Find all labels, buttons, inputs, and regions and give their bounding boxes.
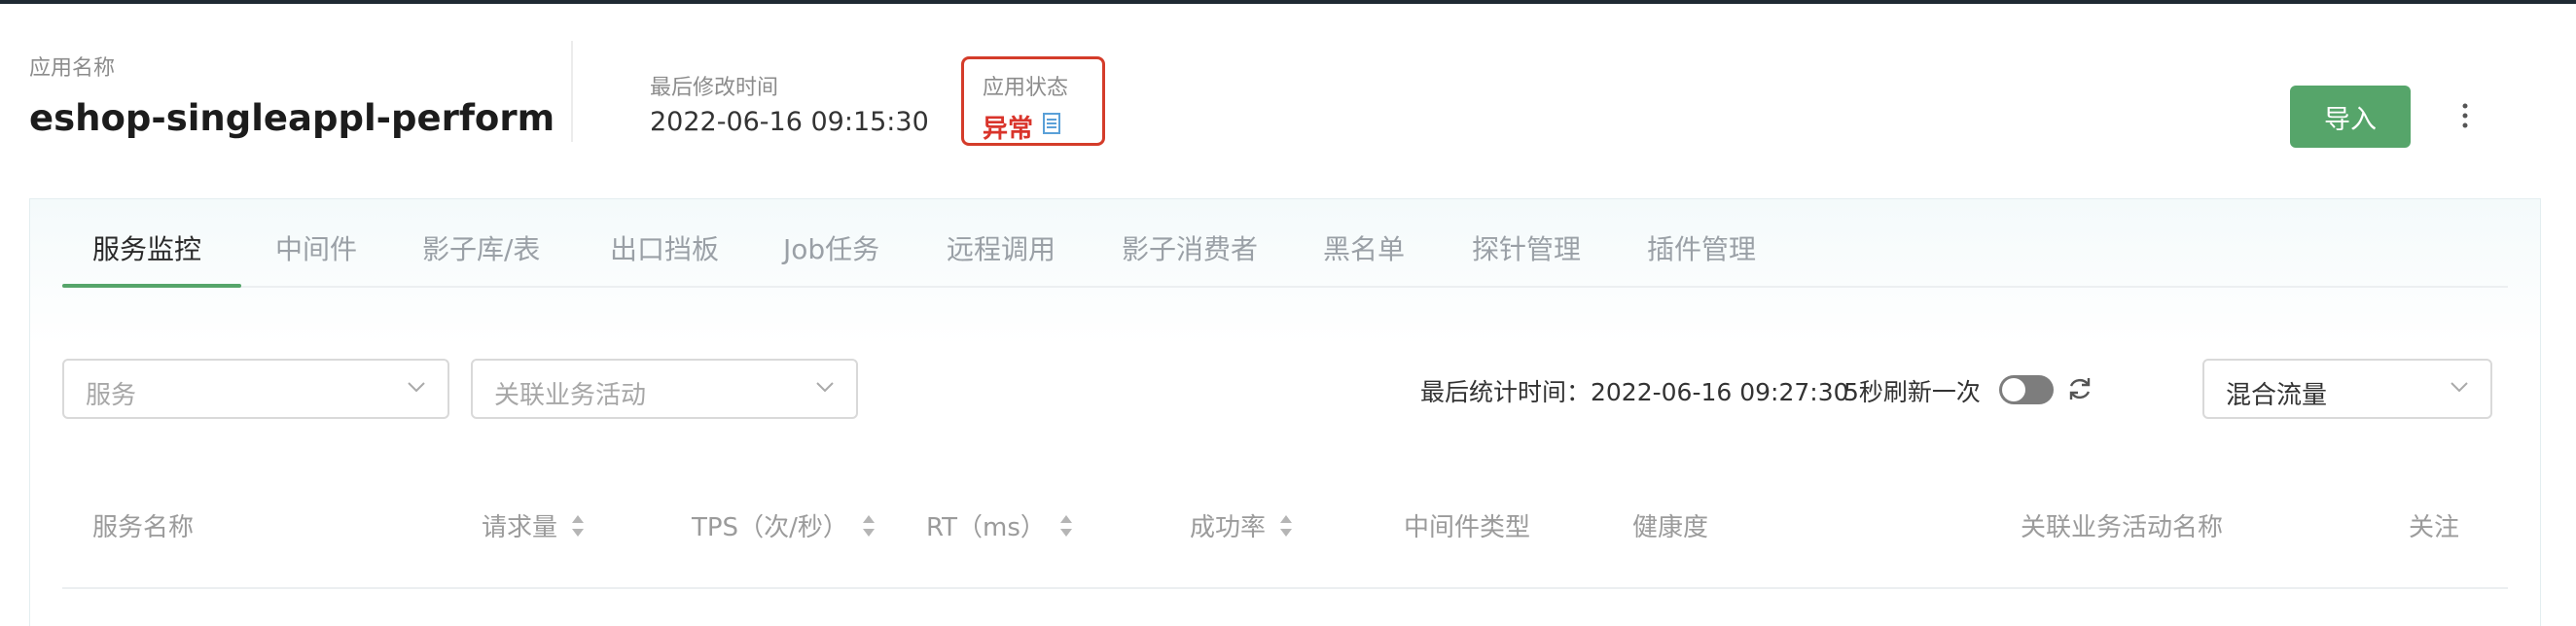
tab-job-tasks[interactable]: Job任务 <box>783 228 879 267</box>
tab-service-monitor[interactable]: 服务监控 <box>92 228 201 267</box>
column-tps[interactable]: TPS（次/秒） <box>692 507 876 543</box>
app-name: eshop-singleappl-perform <box>29 97 555 139</box>
tab-probe-management[interactable]: 探针管理 <box>1472 228 1581 267</box>
column-label: TPS（次/秒） <box>692 513 848 542</box>
business-activity-placeholder: 关联业务活动 <box>494 381 647 410</box>
app-name-label: 应用名称 <box>29 56 116 81</box>
tabs-divider <box>62 286 2508 288</box>
tab-plugin-management[interactable]: 插件管理 <box>1647 228 1756 267</box>
last-modified-value: 2022-06-16 09:15:30 <box>650 107 929 137</box>
document-icon[interactable] <box>1043 113 1060 134</box>
tab-shadow-db[interactable]: 影子库/表 <box>422 228 540 267</box>
tab-exit-baffle[interactable]: 出口挡板 <box>610 228 719 267</box>
column-health: 健康度 <box>1632 507 1708 543</box>
last-stat-time: 最后统计时间：2022-06-16 09:27:30 <box>1420 378 1849 406</box>
import-button[interactable]: 导入 <box>2290 86 2411 148</box>
service-select[interactable]: 服务 <box>62 359 449 419</box>
chevron-down-icon <box>408 382 425 393</box>
column-middleware-type: 中间件类型 <box>1404 507 1530 543</box>
tab-remote-call[interactable]: 远程调用 <box>947 228 1055 267</box>
business-activity-select[interactable]: 关联业务活动 <box>471 359 858 419</box>
column-label: 服务名称 <box>92 513 195 542</box>
column-label: 关注 <box>2409 513 2460 542</box>
column-business-activity-name: 关联业务活动名称 <box>2021 507 2223 543</box>
column-label: 关联业务活动名称 <box>2021 513 2224 542</box>
top-border <box>0 0 2576 4</box>
column-label: RT（ms） <box>926 513 1046 542</box>
sort-icon[interactable] <box>862 513 876 539</box>
status-value: 异常 <box>983 115 1034 144</box>
column-label: 健康度 <box>1632 513 1709 542</box>
tab-shadow-consumer[interactable]: 影子消费者 <box>1122 228 1258 267</box>
service-select-placeholder: 服务 <box>86 381 137 410</box>
active-tab-indicator <box>62 284 241 288</box>
table-header-divider <box>62 587 2508 589</box>
traffic-type-value: 混合流量 <box>2226 381 2328 410</box>
sort-icon[interactable] <box>571 513 585 539</box>
sort-icon[interactable] <box>1059 513 1073 539</box>
column-service-name: 服务名称 <box>92 507 194 543</box>
chevron-down-icon <box>2451 382 2468 393</box>
last-modified-label: 最后修改时间 <box>650 76 779 100</box>
column-label: 请求量 <box>482 513 558 542</box>
status-label: 应用状态 <box>983 76 1069 100</box>
auto-refresh-toggle[interactable] <box>1999 375 2054 404</box>
refresh-icon[interactable] <box>2066 375 2093 402</box>
column-rt[interactable]: RT（ms） <box>926 507 1073 543</box>
column-request-count[interactable]: 请求量 <box>482 507 585 543</box>
header-divider <box>571 41 573 142</box>
column-success-rate[interactable]: 成功率 <box>1190 507 1293 543</box>
tab-blacklist[interactable]: 黑名单 <box>1323 228 1405 267</box>
chevron-down-icon <box>816 382 834 393</box>
auto-refresh-label: 5秒刷新一次 <box>1843 378 1981 406</box>
column-follow: 关注 <box>2409 507 2459 543</box>
sort-icon[interactable] <box>1279 513 1293 539</box>
more-vertical-icon[interactable] <box>2461 101 2469 130</box>
traffic-type-select[interactable]: 混合流量 <box>2202 359 2492 419</box>
toggle-knob <box>2002 378 2025 401</box>
column-label: 成功率 <box>1190 513 1267 542</box>
tab-middleware[interactable]: 中间件 <box>275 228 357 267</box>
column-label: 中间件类型 <box>1404 513 1531 542</box>
